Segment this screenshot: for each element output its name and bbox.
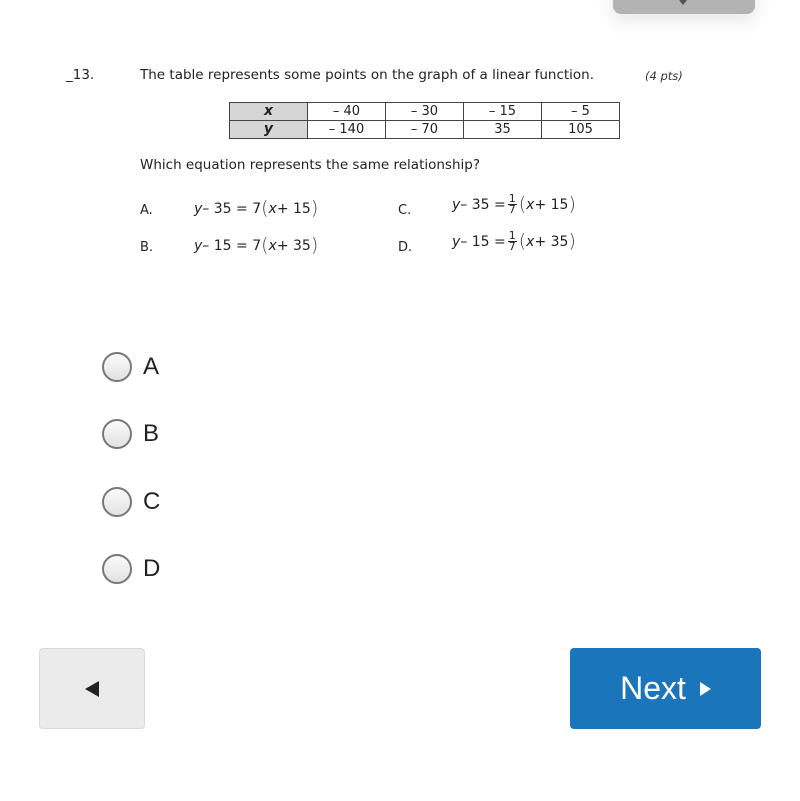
- answer-option-a[interactable]: A: [102, 351, 159, 383]
- table-row-x: x – 40 – 30 – 15 – 5: [229, 102, 620, 121]
- fraction-denominator: 7: [508, 203, 516, 216]
- eq-var: y: [194, 200, 203, 217]
- answer-option-c[interactable]: C: [102, 486, 160, 518]
- next-button[interactable]: Next: [570, 648, 761, 729]
- fraction: 1 7: [507, 230, 517, 253]
- answer-option-d[interactable]: D: [102, 553, 160, 585]
- top-dropdown-tab[interactable]: [613, 0, 755, 14]
- radio-button[interactable]: [102, 419, 132, 449]
- row-header-x: x: [229, 102, 308, 121]
- eq-text: – 15 = 7: [202, 237, 262, 254]
- radio-button[interactable]: [102, 554, 132, 584]
- triangle-left-icon: [85, 680, 99, 697]
- question-prompt: The table represents some points on the …: [140, 67, 595, 83]
- eq-paren-close: ): [310, 197, 319, 219]
- answer-label[interactable]: D: [143, 555, 160, 583]
- option-a-equation: y – 35 = 7 ( x + 15 ): [194, 199, 318, 218]
- next-button-label: Next: [620, 670, 686, 706]
- eq-var: x: [526, 196, 535, 213]
- option-b-equation: y – 15 = 7 ( x + 35 ): [194, 236, 318, 255]
- eq-text: + 15: [534, 196, 569, 213]
- triangle-right-icon: [699, 681, 711, 696]
- answer-option-b[interactable]: B: [102, 418, 159, 450]
- back-button[interactable]: [39, 648, 145, 729]
- table-cell: – 140: [307, 120, 386, 139]
- eq-text: – 35 =: [460, 196, 506, 213]
- eq-text: + 15: [276, 200, 311, 217]
- fraction: 1 7: [507, 193, 517, 216]
- sub-question: Which equation represents the same relat…: [140, 157, 480, 173]
- eq-paren-close: ): [310, 234, 319, 256]
- question-number: _13.: [66, 67, 95, 83]
- eq-paren-close: ): [568, 193, 576, 215]
- eq-var: y: [194, 237, 203, 254]
- eq-var: y: [452, 233, 461, 250]
- answer-label[interactable]: C: [143, 488, 160, 516]
- question-points: (4 pts): [645, 69, 683, 83]
- table-cell: – 30: [385, 102, 464, 121]
- row-header-y: y: [229, 120, 308, 139]
- table-row-y: y – 140 – 70 35 105: [229, 120, 620, 139]
- option-d-letter: D.: [398, 240, 413, 255]
- table-cell: 105: [541, 120, 620, 139]
- eq-paren-open: (: [261, 234, 269, 256]
- eq-text: – 35 = 7: [202, 200, 262, 217]
- option-d-equation: y – 15 = 1 7 ( x + 35 ): [452, 230, 576, 253]
- option-b-letter: B.: [140, 240, 154, 255]
- answer-label[interactable]: A: [143, 353, 159, 381]
- eq-paren-open: (: [261, 197, 269, 219]
- eq-paren-close: ): [568, 230, 576, 252]
- eq-text: + 35: [534, 233, 569, 250]
- eq-var: y: [452, 196, 461, 213]
- eq-text: – 15 =: [460, 233, 506, 250]
- table-cell: 35: [463, 120, 542, 139]
- points-table: x – 40 – 30 – 15 – 5 y – 140 – 70 35 105: [229, 102, 620, 139]
- eq-text: + 35: [276, 237, 311, 254]
- eq-var: x: [268, 200, 277, 217]
- table-cell: – 15: [463, 102, 542, 121]
- option-c-letter: C.: [398, 203, 412, 218]
- caret-down-icon: [679, 0, 687, 5]
- table-cell: – 70: [385, 120, 464, 139]
- table-cell: – 5: [541, 102, 620, 121]
- eq-var: x: [268, 237, 277, 254]
- fraction-denominator: 7: [508, 240, 516, 253]
- eq-var: x: [526, 233, 535, 250]
- option-a-letter: A.: [140, 203, 153, 218]
- radio-button[interactable]: [102, 352, 132, 382]
- option-c-equation: y – 35 = 1 7 ( x + 15 ): [452, 193, 576, 216]
- radio-button[interactable]: [102, 487, 132, 517]
- table-cell: – 40: [307, 102, 386, 121]
- answer-label[interactable]: B: [143, 420, 159, 448]
